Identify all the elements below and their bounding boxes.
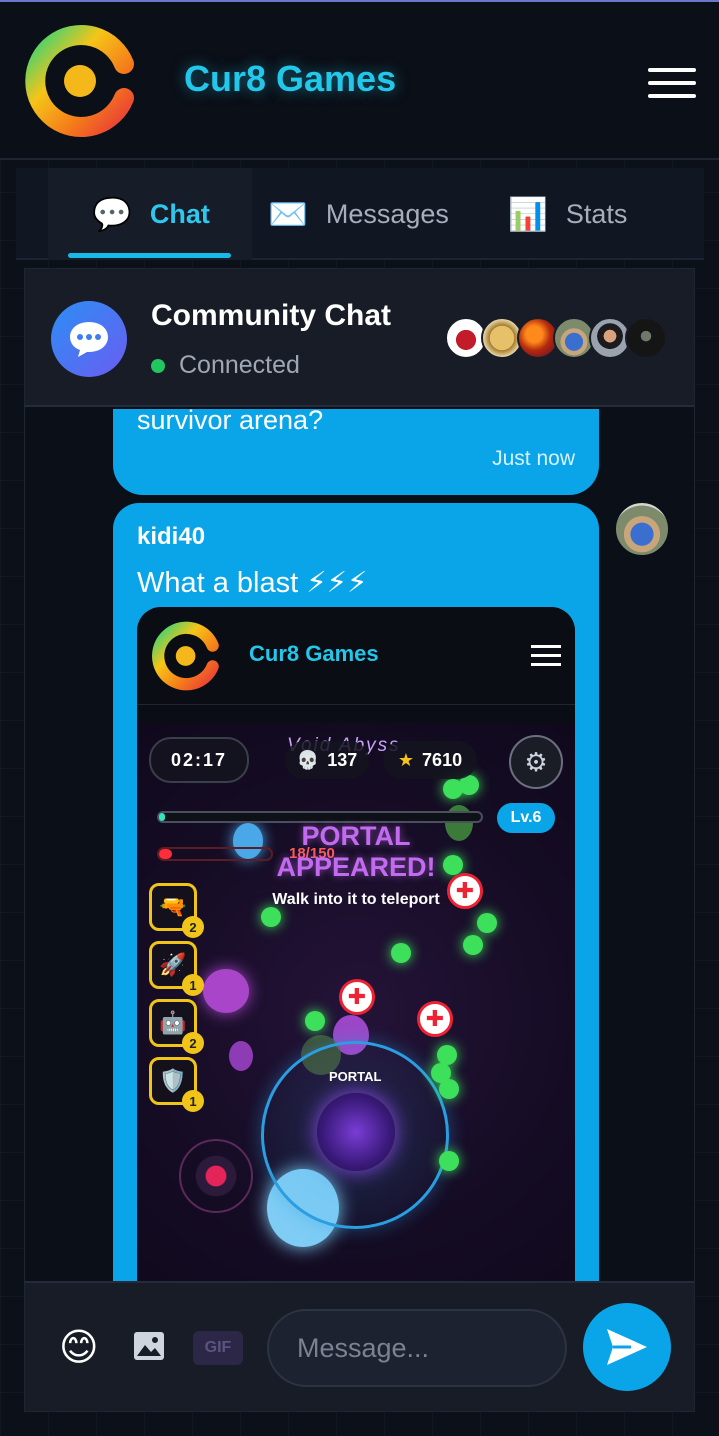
xp-orb: [477, 913, 497, 933]
send-icon: [607, 1329, 647, 1365]
chat-panel: Community Chat Connected survivor arena?…: [24, 268, 695, 1412]
xp-orb: [439, 1079, 459, 1099]
bar-chart-icon: 📊: [508, 196, 548, 232]
tab-stats-label: Stats: [565, 198, 628, 229]
send-button[interactable]: [583, 1303, 671, 1391]
envelope-icon: ✉️: [268, 196, 308, 232]
emoji-button[interactable]: 😊: [59, 1325, 99, 1370]
inventory-slot: 🤖 2: [149, 999, 204, 1054]
portal-title-line2: APPEARED!: [276, 852, 436, 882]
cur8-logo-icon: [152, 621, 219, 691]
game-screenshot-attachment[interactable]: Cur8 Games PORTAL ✚ ✚ ✚ 02:17 Abyss 💀 13…: [137, 607, 575, 1281]
inventory-slot: 🛡️ 1: [149, 1057, 204, 1112]
enemy-blob: [203, 969, 249, 1013]
health-pack-icon: ✚: [417, 1001, 453, 1037]
item-count: 2: [182, 916, 204, 938]
portal-core: [317, 1093, 395, 1171]
xp-orb: [439, 1151, 459, 1171]
inventory-slot: 🚀 1: [149, 941, 204, 996]
tab-messages-label: Messages: [325, 198, 449, 229]
rocket-icon: 🚀: [159, 952, 187, 977]
shield-icon: 🛡️: [159, 1068, 187, 1093]
star-icon: ★: [397, 749, 415, 770]
gear-icon: ⚙: [509, 735, 563, 789]
chat-title: Community Chat: [151, 299, 391, 332]
portal-label: PORTAL: [329, 1069, 382, 1084]
connection-status: Connected: [151, 351, 300, 380]
app-header: Cur8 Games: [0, 2, 719, 160]
item-count: 1: [182, 1090, 204, 1112]
portal-subtitle: Walk into it to teleport: [272, 891, 440, 908]
cur8-logo-icon[interactable]: [24, 24, 134, 138]
score-counter: ★ 7610: [383, 741, 477, 779]
tab-bar: 💬 Chat ✉️ Messages 📊 Stats: [16, 168, 704, 260]
message-composer: 😊 GIF: [25, 1281, 694, 1411]
tab-stats[interactable]: 📊 Stats: [508, 168, 627, 260]
gif-button[interactable]: GIF: [193, 1331, 243, 1365]
message-bubble: survivor arena? Just now: [113, 409, 599, 495]
health-pack-icon: ✚: [339, 979, 375, 1015]
item-count: 1: [182, 974, 204, 996]
xp-orb: [463, 935, 483, 955]
game-canvas: PORTAL ✚ ✚ ✚ 02:17 Abyss 💀 137 ★ 7610 ⚙ …: [137, 723, 575, 1281]
status-dot: [151, 358, 165, 373]
skull-icon: 💀: [296, 749, 320, 770]
xp-orb: [261, 907, 281, 927]
avatar[interactable]: [625, 317, 667, 359]
message-username[interactable]: kidi40: [137, 523, 205, 551]
inventory-slot: 🔫 2: [149, 883, 204, 938]
chat-header: Community Chat Connected: [25, 269, 694, 407]
robot-icon: 🤖: [159, 1010, 187, 1035]
item-count: 2: [182, 1032, 204, 1054]
chat-bubble-icon: [51, 301, 127, 377]
xp-bar-fill: [159, 813, 166, 821]
enemy-blob: [229, 1041, 253, 1071]
xp-orb: [437, 1045, 457, 1065]
game-timer: 02:17: [149, 737, 249, 783]
portal-announcement: PORTAL APPEARED!: [137, 821, 575, 883]
speech-bubble-icon: 💬: [92, 196, 132, 232]
status-text: Connected: [179, 351, 300, 379]
online-avatars: [445, 317, 675, 359]
message-input[interactable]: [267, 1309, 567, 1387]
avatar[interactable]: [614, 501, 670, 557]
message-text: What a blast ⚡⚡⚡: [137, 567, 368, 599]
hamburger-menu-icon: [531, 645, 561, 672]
message-text: survivor arena?: [137, 409, 324, 435]
embedded-brand: Cur8 Games: [249, 641, 379, 666]
kill-count: 137: [327, 749, 358, 770]
hamburger-menu-icon[interactable]: [648, 68, 696, 98]
gun-icon: 🔫: [159, 894, 187, 919]
score-value: 7610: [422, 749, 463, 770]
xp-orb: [391, 943, 411, 963]
embedded-header: Cur8 Games: [137, 607, 575, 705]
tab-messages[interactable]: ✉️ Messages: [268, 168, 449, 260]
xp-orb: [305, 1011, 325, 1031]
tab-chat-label: Chat: [149, 198, 210, 229]
message-time: Just now: [492, 447, 575, 470]
portal-title-line1: PORTAL: [301, 821, 411, 851]
active-tab-indicator: [68, 253, 231, 258]
message-list: survivor arena? Just now kidi40 What a b…: [25, 409, 694, 1281]
vortex: [179, 1139, 253, 1213]
message-bubble: kidi40 What a blast ⚡⚡⚡ Cur8 Games PORTA…: [113, 503, 599, 1281]
brand-title: Cur8 Games: [184, 58, 397, 99]
tab-chat[interactable]: 💬 Chat: [48, 168, 252, 260]
kill-counter: 💀 137: [285, 741, 369, 779]
image-upload-icon[interactable]: [133, 1331, 165, 1361]
